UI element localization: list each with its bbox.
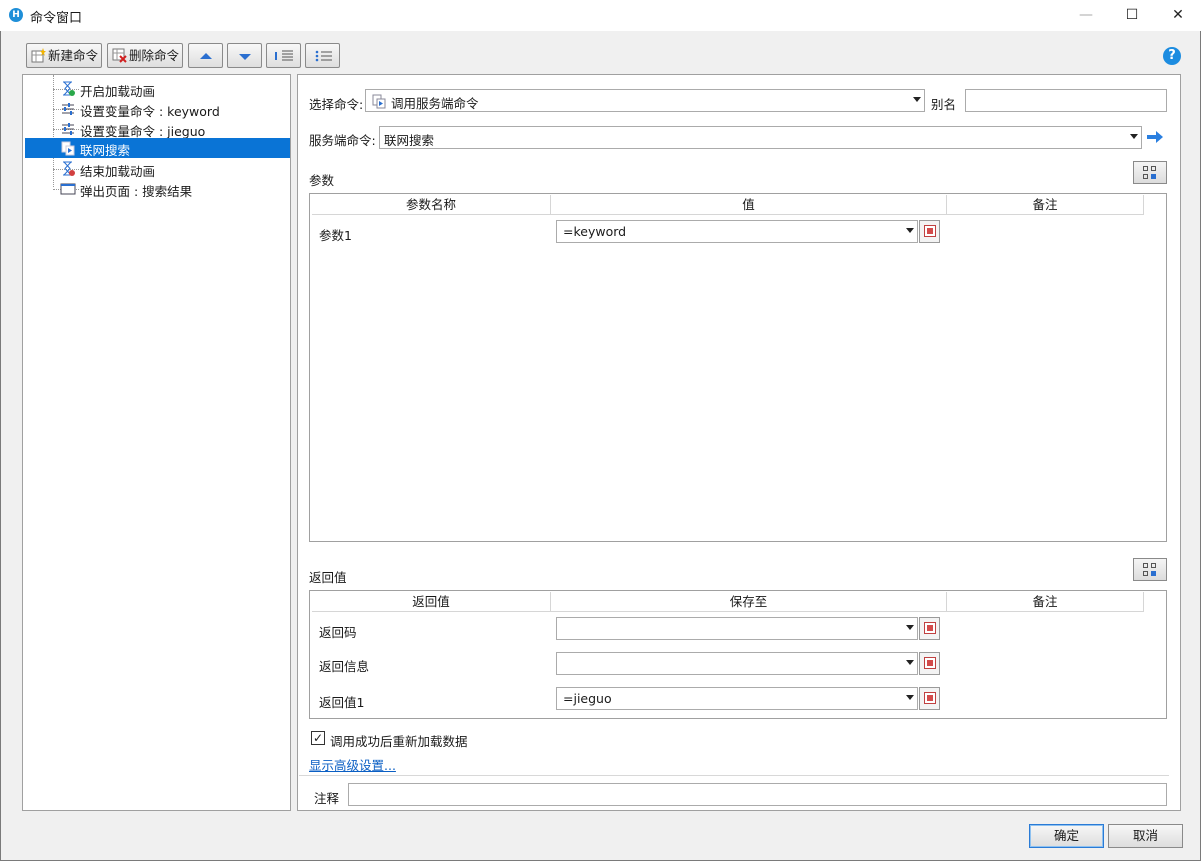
help-icon[interactable]: ? (1163, 47, 1181, 65)
chevron-down-icon (906, 625, 914, 630)
return-name: 返回值1 (319, 695, 365, 710)
cancel-button[interactable]: 取消 (1108, 824, 1183, 848)
param-value-dropdown[interactable]: =keyword (556, 220, 918, 243)
params-table: 参数名称 值 备注 (309, 193, 1167, 542)
divider (299, 775, 1169, 776)
show-advanced-settings-link[interactable]: 显示高级设置... (309, 755, 396, 774)
tree-item-label: 开启加载动画 (80, 84, 156, 99)
app-logo-icon: H (9, 8, 23, 22)
select-command-label: 选择命令: (309, 97, 364, 112)
alias-input[interactable] (965, 89, 1167, 112)
move-down-button[interactable] (227, 43, 262, 68)
tree-item-label: 联网搜索 (80, 143, 131, 158)
column-header: 备注 (947, 195, 1144, 215)
delete-command-button[interactable]: 删除命令 (107, 43, 183, 68)
set-variable-icon (62, 103, 74, 115)
tree-item-web-search[interactable]: 联网搜索 (25, 138, 290, 158)
outdent-button[interactable] (305, 43, 340, 68)
chevron-down-icon (1130, 134, 1138, 139)
ok-button[interactable]: 确定 (1029, 824, 1104, 848)
close-button[interactable]: ✕ (1155, 0, 1201, 31)
params-config-button[interactable] (1133, 161, 1167, 184)
server-command-dropdown[interactable]: 联网搜索 (379, 126, 1142, 149)
tree-item-set-variable-keyword[interactable]: 设置变量命令 : keyword (23, 99, 288, 119)
delete-command-label: 删除命令 (129, 48, 180, 63)
popup-page-icon (60, 183, 76, 195)
indent-button[interactable] (266, 43, 301, 68)
formula-editor-button[interactable] (919, 687, 940, 710)
column-header: 保存至 (551, 592, 947, 612)
hourglass-end-icon (63, 161, 75, 176)
new-command-icon (31, 48, 46, 63)
tree-item-label: 结束加载动画 (80, 164, 156, 179)
params-section-title: 参数 (309, 173, 335, 188)
server-command-value: 联网搜索 (384, 133, 435, 148)
returns-config-button[interactable] (1133, 558, 1167, 581)
column-header: 备注 (947, 592, 1144, 612)
server-command-label: 服务端命令: (309, 133, 376, 148)
returns-table-header: 返回值 保存至 备注 (312, 592, 1144, 612)
move-up-button[interactable] (188, 43, 223, 68)
tree-item-popup-page[interactable]: 弹出页面 : 搜索结果 (23, 179, 288, 199)
param-value: =keyword (563, 224, 627, 239)
select-command-value: 调用服务端命令 (391, 96, 479, 111)
chevron-down-icon (913, 97, 921, 102)
chevron-down-icon (906, 660, 914, 665)
return-save-value: =jieguo (563, 691, 612, 706)
tree-item-end-loading[interactable]: 结束加载动画 (23, 159, 288, 179)
delete-command-icon (112, 48, 127, 63)
reload-data-label: 调用成功后重新加载数据 (330, 734, 468, 749)
checkmark-icon: ✓ (312, 731, 324, 745)
chevron-down-icon (906, 228, 914, 233)
comment-label: 注释 (314, 791, 340, 806)
window-title: 命令窗口 (30, 11, 83, 26)
tree-item-label: 弹出页面 : 搜索结果 (80, 184, 193, 199)
column-header: 值 (551, 195, 947, 215)
return-name: 返回码 (319, 625, 357, 640)
go-to-command-icon[interactable] (1146, 129, 1164, 145)
param-name: 参数1 (319, 228, 352, 243)
return-save-dropdown[interactable] (556, 617, 918, 640)
arrow-down-icon (239, 54, 251, 60)
formula-editor-button[interactable] (919, 617, 940, 640)
column-header: 返回值 (312, 592, 551, 612)
return-save-dropdown[interactable]: =jieguo (556, 687, 918, 710)
chevron-down-icon (906, 695, 914, 700)
minimize-button[interactable]: — (1063, 0, 1109, 31)
maximize-button[interactable]: ☐ (1109, 0, 1155, 31)
reload-data-checkbox[interactable]: ✓ (311, 731, 325, 745)
select-command-dropdown[interactable]: 调用服务端命令 (365, 89, 925, 112)
arrow-up-icon (200, 53, 212, 59)
command-tree: 开启加载动画 设置变量命令 : keyword 设置变量命令 : jieguo … (22, 74, 291, 811)
title-bar: H 命令窗口 — ☐ ✕ (0, 0, 1201, 31)
formula-editor-button[interactable] (919, 652, 940, 675)
outdent-icon (315, 50, 332, 62)
server-command-icon (61, 141, 75, 156)
new-command-label: 新建命令 (48, 48, 99, 63)
hourglass-start-icon (63, 81, 75, 96)
comment-input[interactable] (348, 783, 1167, 806)
returns-section-title: 返回值 (309, 570, 347, 585)
formula-editor-button[interactable] (919, 220, 940, 243)
new-command-button[interactable]: 新建命令 (26, 43, 102, 68)
return-save-dropdown[interactable] (556, 652, 918, 675)
alias-label: 别名 (931, 97, 957, 112)
tree-item-set-variable-jieguo[interactable]: 设置变量命令 : jieguo (23, 119, 288, 139)
params-table-header: 参数名称 值 备注 (312, 195, 1144, 215)
return-name: 返回信息 (319, 659, 370, 674)
set-variable-icon (62, 123, 74, 135)
server-command-icon (372, 94, 386, 109)
tree-item-label: 设置变量命令 : keyword (80, 104, 220, 119)
column-header: 参数名称 (312, 195, 551, 215)
indent-icon (275, 50, 293, 61)
tree-item-start-loading[interactable]: 开启加载动画 (23, 79, 288, 99)
